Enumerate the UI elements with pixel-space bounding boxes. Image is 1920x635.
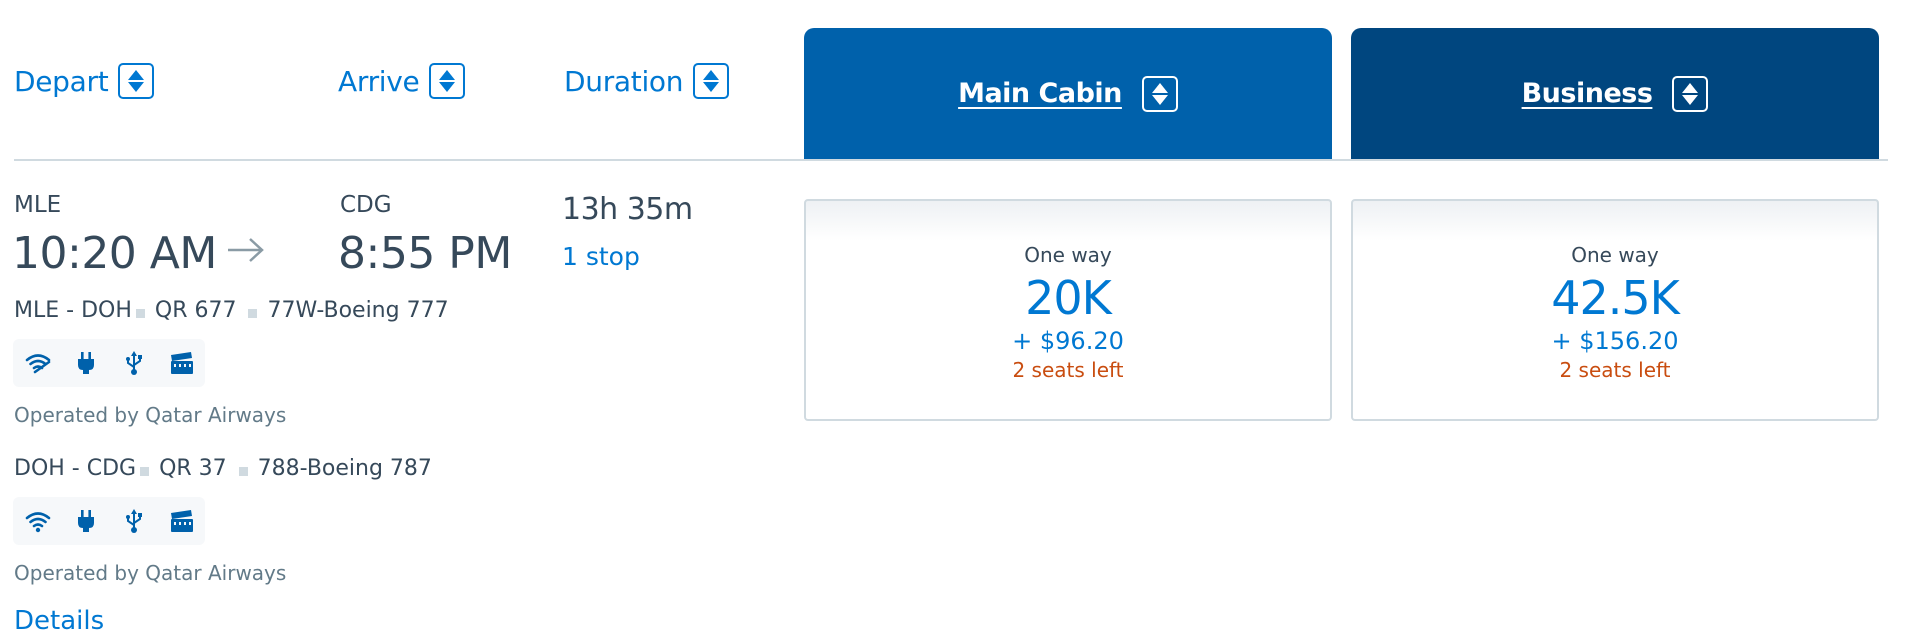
segment-flight-number: QR 677 [154,298,237,323]
usb-icon[interactable] [121,508,147,534]
sort-duration-button[interactable]: Duration [564,63,730,99]
seats-left: 2 seats left [1012,358,1124,382]
entertainment-icon[interactable] [169,508,195,534]
segment-flight-number: QR 37 [159,456,227,481]
segment-2-operated-by: Operated by Qatar Airways [14,561,287,585]
duration-label: Duration [564,64,684,98]
main-cabin-label: Main Cabin [958,78,1122,109]
segment-1-amenities [13,339,205,387]
sort-icon [1141,75,1178,112]
destination-code: CDG [340,192,392,218]
fare-miles: 42.5K [1551,271,1680,325]
segment-2-amenities [13,497,205,545]
segment-1-operated-by: Operated by Qatar Airways [14,403,287,427]
fare-cash: + $156.20 [1551,327,1679,355]
depart-label: Depart [14,64,109,98]
segment-1-info: MLE - DOH QR 677 77W-Boeing 777 [14,298,449,323]
segment-route: MLE - DOH [14,298,132,323]
flight-duration: 13h 35m [562,192,693,227]
fare-miles: 20K [1025,271,1112,325]
stops-link[interactable]: 1 stop [562,242,640,271]
usb-icon[interactable] [121,350,147,376]
sort-main-cabin-button[interactable]: Main Cabin [804,28,1332,159]
separator [135,309,145,318]
origin-code: MLE [14,192,62,218]
depart-time: 10:20 AM [12,228,217,279]
main-cabin-fare-card[interactable]: One way 20K + $96.20 2 seats left [804,199,1332,421]
power-outlet-icon[interactable] [73,350,99,376]
wifi-limited-icon[interactable] [25,350,51,376]
header-divider [14,159,1888,161]
trip-type: One way [1571,243,1659,267]
business-fare-card[interactable]: One way 42.5K + $156.20 2 seats left [1351,199,1879,421]
separator [140,467,150,476]
segment-2-info: DOH - CDG QR 37 788-Boeing 787 [14,456,432,481]
separator [248,309,258,318]
wifi-icon[interactable] [25,508,51,534]
fare-cash: + $96.20 [1012,327,1124,355]
sort-business-button[interactable]: Business [1351,28,1879,159]
power-outlet-icon[interactable] [73,508,99,534]
business-label: Business [1521,78,1653,109]
arrow-right-icon [228,238,264,262]
seats-left: 2 seats left [1559,358,1671,382]
sort-icon [429,63,466,99]
arrive-label: Arrive [338,64,420,98]
segment-aircraft: 77W-Boeing 777 [267,298,449,323]
segment-aircraft: 788-Boeing 787 [257,456,432,481]
segment-route: DOH - CDG [14,456,137,481]
sort-depart-button[interactable]: Depart [14,63,155,99]
sort-icon [693,63,730,99]
sort-icon [118,63,155,99]
sort-arrive-button[interactable]: Arrive [338,63,466,99]
trip-type: One way [1024,243,1112,267]
sort-icon [1672,75,1709,112]
arrive-time: 8:55 PM [338,228,512,279]
entertainment-icon[interactable] [169,350,195,376]
details-link[interactable]: Details [14,606,104,635]
separator [238,467,248,476]
